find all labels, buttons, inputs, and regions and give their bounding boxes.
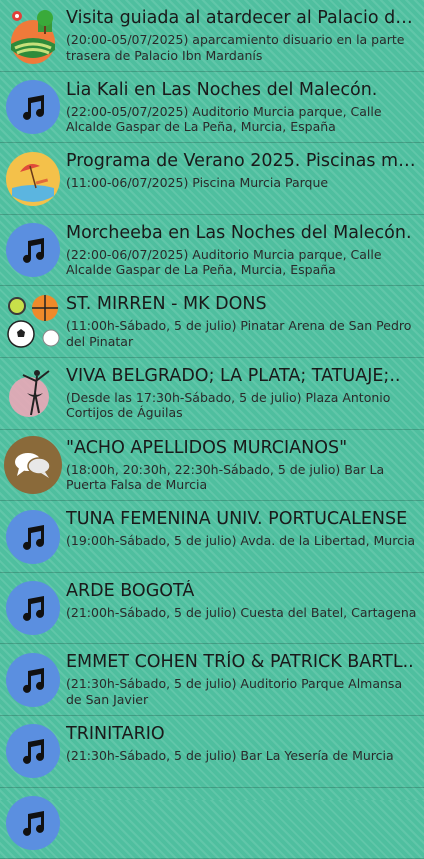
music-note-icon: [6, 509, 60, 564]
event-details: (20:00-05/07/2025) aparcamiento disuario…: [66, 32, 405, 63]
event-title: Visita guiada al atardecer al Palacio de…: [66, 8, 418, 28]
list-item[interactable]: Programa de Verano 2025. Piscinas mu.. (…: [0, 143, 424, 215]
list-item[interactable]: Visita guiada al atardecer al Palacio de…: [0, 0, 424, 72]
list-item[interactable]: EMMET COHEN TRÍO & PATRICK BARTL.. (21:3…: [0, 644, 424, 716]
sports-balls-icon: [0, 286, 66, 357]
dancer-icon: [0, 358, 66, 429]
list-item[interactable]: TUNA FEMENINA UNIV. PORTUCALENSE (19:00h…: [0, 501, 424, 573]
music-note-icon: [6, 652, 60, 707]
event-details: (21:30h-Sábado, 5 de julio) Auditorio Pa…: [66, 676, 403, 707]
event-details: (18:00h, 20:30h, 22:30h-Sábado, 5 de jul…: [66, 461, 385, 493]
list-item[interactable]: "ACHO APELLIDOS MURCIANOS" (18:00h, 20:3…: [0, 430, 424, 502]
landscape-icon: [0, 0, 66, 71]
event-title: Programa de Verano 2025. Piscinas mu..: [66, 151, 418, 172]
event-title: ARDE BOGOTÁ: [66, 580, 195, 601]
music-note-icon: [6, 581, 60, 636]
music-note-icon: [6, 796, 60, 851]
music-note-icon: [6, 80, 60, 135]
event-title: ST. MIRREN - MK DONS: [66, 294, 267, 315]
list-item[interactable]: ST. MIRREN - MK DONS (11:00h-Sábado, 5 d…: [0, 286, 424, 358]
event-details: [66, 798, 418, 829]
list-item[interactable]: Morcheeba en Las Noches del Malecón. (22…: [0, 215, 424, 287]
event-title: TRINITARIO: [66, 723, 165, 744]
event-title: Morcheeba en Las Noches del Malecón.: [66, 222, 412, 243]
event-list: Visita guiada al atardecer al Palacio de…: [0, 0, 424, 859]
list-item[interactable]: ARDE BOGOTÁ (21:00h-Sábado, 5 de julio) …: [0, 573, 424, 645]
list-item[interactable]: Lia Kali en Las Noches del Malecón. (22:…: [0, 72, 424, 144]
event-details: (Desde las 17:30h-Sábado, 5 de julio) Pl…: [66, 389, 391, 421]
event-details: (22:00-06/07/2025) Auditorio Murcia parq…: [66, 246, 382, 278]
event-title: Lia Kali en Las Noches del Malecón.: [66, 79, 378, 100]
event-details: (21:30h-Sábado, 5 de julio) Bar La Yeser…: [66, 747, 394, 763]
event-title: "ACHO APELLIDOS MURCIANOS": [66, 437, 348, 458]
event-details: (21:00h-Sábado, 5 de julio) Cuesta del B…: [66, 604, 417, 620]
event-details: (22:00-05/07/2025) Auditorio Murcia parq…: [66, 103, 382, 135]
event-title: EMMET COHEN TRÍO & PATRICK BARTL..: [66, 652, 414, 673]
music-note-icon: [6, 223, 60, 278]
event-details: (11:00h-Sábado, 5 de julio) Pinatar Aren…: [66, 318, 412, 349]
event-title: TUNA FEMENINA UNIV. PORTUCALENSE: [66, 509, 408, 530]
list-item[interactable]: TRINITARIO (21:30h-Sábado, 5 de julio) B…: [0, 716, 424, 788]
speech-bubbles-icon: [4, 436, 62, 495]
list-item[interactable]: [0, 788, 424, 859]
list-item[interactable]: VIVA BELGRADO; LA PLATA; TATUAJE;.. (Des…: [0, 358, 424, 430]
beach-icon: [6, 151, 60, 206]
event-details: (19:00h-Sábado, 5 de julio) Avda. de la …: [66, 533, 416, 549]
event-title: VIVA BELGRADO; LA PLATA; TATUAJE;..: [66, 365, 401, 386]
event-details: (11:00-06/07/2025) Piscina Murcia Parque: [66, 175, 329, 191]
music-note-icon: [6, 724, 60, 779]
